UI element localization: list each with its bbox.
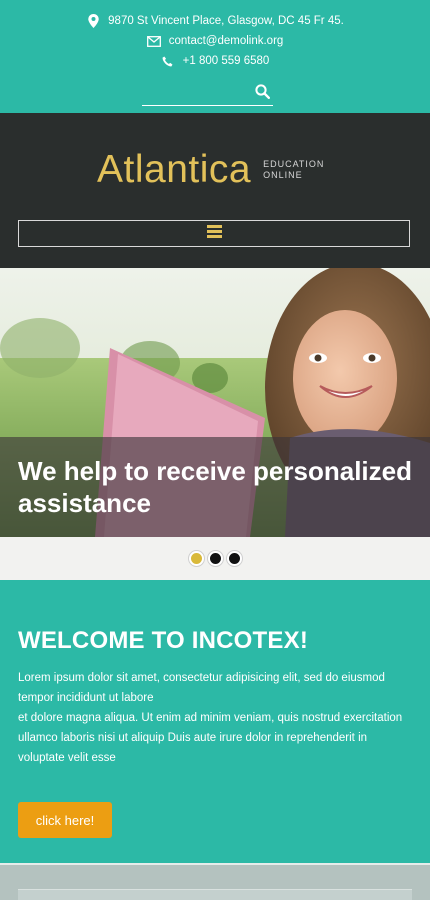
slider-pagination (0, 537, 430, 580)
logo-tagline-line2: ONLINE (263, 170, 303, 180)
slider-dot-3[interactable] (226, 551, 242, 566)
contact-phone[interactable]: +1 800 559 6580 (0, 52, 430, 70)
contact-email[interactable]: contact@demolink.org (0, 32, 430, 50)
search-form (142, 84, 273, 106)
address-text: 9870 St Vincent Place, Glasgow, DC 45 Fr… (108, 15, 344, 27)
phone-icon (161, 54, 175, 68)
search-icon (254, 84, 270, 104)
page: 9870 St Vincent Place, Glasgow, DC 45 Fr… (0, 0, 430, 900)
hero-caption: We help to receive personalized assistan… (0, 437, 430, 537)
next-section-strip (0, 863, 430, 900)
slider-dot-2[interactable] (207, 551, 223, 566)
next-section-card (18, 889, 412, 900)
welcome-paragraph-1: Lorem ipsum dolor sit amet, consectetur … (18, 672, 385, 704)
contact-address: 9870 St Vincent Place, Glasgow, DC 45 Fr… (0, 12, 430, 30)
contact-bar: 9870 St Vincent Place, Glasgow, DC 45 Fr… (0, 0, 430, 113)
welcome-section: WELCOME TO INCOTEX! Lorem ipsum dolor si… (0, 580, 430, 863)
email-link[interactable]: contact@demolink.org (169, 35, 284, 47)
logo[interactable]: Atlantica EDUCATION ONLINE (97, 147, 324, 193)
slider-dot-1[interactable] (188, 551, 204, 566)
logo-tagline: EDUCATION ONLINE (263, 159, 324, 181)
logo-name: Atlantica (97, 148, 252, 191)
mail-icon (146, 34, 161, 48)
welcome-text: Lorem ipsum dolor sit amet, consectetur … (18, 668, 414, 768)
site-header: Atlantica EDUCATION ONLINE (0, 113, 430, 268)
phone-link[interactable]: +1 800 559 6580 (183, 55, 270, 67)
welcome-title: WELCOME TO INCOTEX! (18, 627, 309, 654)
welcome-paragraph-2: et dolore magna aliqua. Ut enim ad minim… (18, 712, 403, 764)
logo-tagline-line1: EDUCATION (263, 159, 325, 169)
map-pin-icon (86, 14, 100, 28)
hero-title: We help to receive personalized assistan… (18, 456, 412, 518)
search-button[interactable] (251, 84, 273, 104)
hamburger-menu-icon (206, 224, 222, 243)
click-here-button[interactable]: click here! (18, 802, 112, 838)
hero-slider: We help to receive personalized assistan… (0, 268, 430, 537)
search-input[interactable] (142, 84, 250, 104)
menu-toggle-button[interactable] (18, 220, 410, 247)
